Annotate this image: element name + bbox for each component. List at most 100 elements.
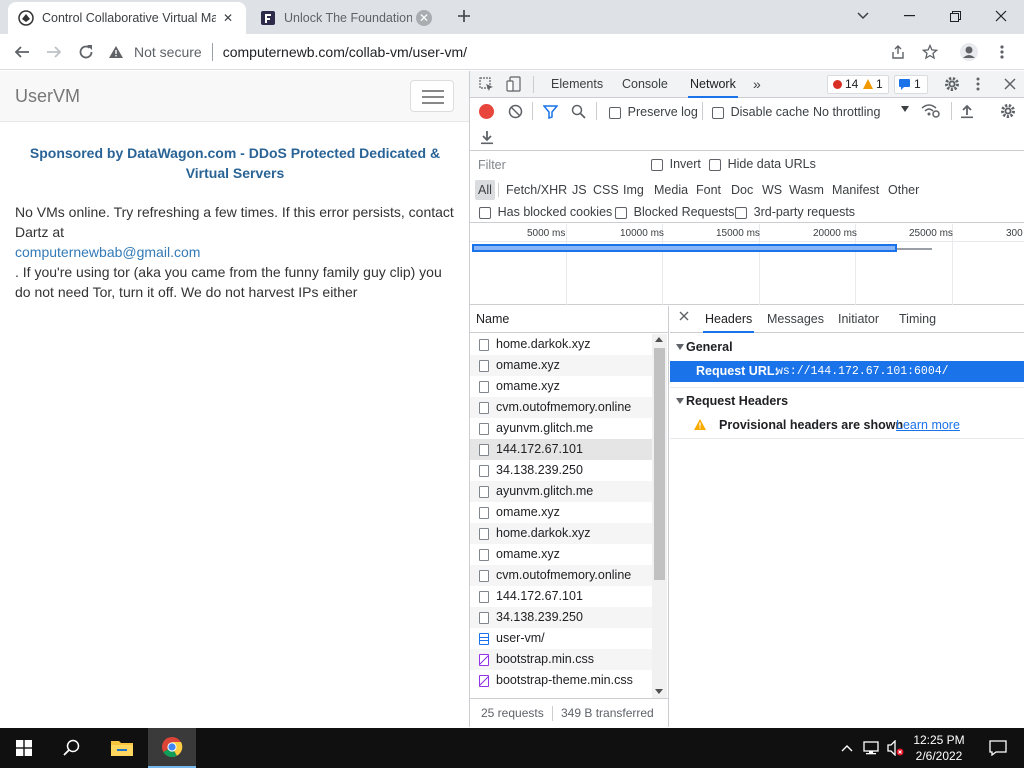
issues-counter[interactable]: 14 1: [827, 75, 889, 94]
warning-icon[interactable]: [108, 45, 124, 59]
network-overview-timeline[interactable]: 5000 ms 10000 ms 15000 ms 20000 ms 25000…: [470, 224, 1024, 305]
start-button[interactable]: [0, 728, 48, 768]
request-row[interactable]: home.darkok.xyz: [470, 523, 652, 544]
forward-button[interactable]: [40, 38, 68, 66]
tab-console[interactable]: Console: [622, 71, 668, 98]
request-row[interactable]: bootstrap-theme.min.css: [470, 670, 652, 691]
network-settings-gear-icon[interactable]: [1000, 103, 1016, 119]
export-har-icon[interactable]: [480, 129, 494, 145]
request-row[interactable]: omame.xyz: [470, 376, 652, 397]
close-tab-icon[interactable]: ✕: [416, 10, 432, 26]
request-url-row[interactable]: Request URL: ws://144.172.67.101:6004/: [670, 361, 1024, 382]
general-section-header[interactable]: General: [670, 336, 1024, 358]
close-window-button[interactable]: [978, 0, 1024, 32]
inspect-element-icon[interactable]: [479, 77, 494, 92]
close-devtools-icon[interactable]: [1004, 78, 1016, 90]
tab-elements[interactable]: Elements: [551, 71, 603, 98]
request-row[interactable]: ayunvm.glitch.me: [470, 481, 652, 502]
checkbox[interactable]: [651, 158, 663, 171]
close-tab-icon[interactable]: ✕: [220, 10, 236, 26]
tab-network[interactable]: Network: [688, 71, 738, 98]
request-row[interactable]: home.darkok.xyz: [470, 334, 652, 355]
show-hidden-icons-chevron-icon[interactable]: [838, 728, 856, 768]
tab-initiator[interactable]: Initiator: [838, 306, 879, 333]
request-row[interactable]: omame.xyz: [470, 355, 652, 376]
filter-input[interactable]: Filter: [474, 155, 636, 175]
scrollbar-thumb[interactable]: [654, 348, 665, 580]
chrome-taskbar-button[interactable]: [148, 728, 196, 768]
security-status[interactable]: Not secure: [134, 44, 202, 60]
tab-messages[interactable]: Messages: [767, 306, 824, 333]
profile-avatar-icon[interactable]: [955, 38, 983, 66]
tab-timing[interactable]: Timing: [899, 306, 936, 333]
tab-search-icon[interactable]: [840, 0, 886, 32]
clear-icon[interactable]: [508, 104, 523, 119]
contact-email-link[interactable]: computernewbab@gmail.com: [15, 242, 459, 262]
filter-type-other[interactable]: Other: [885, 180, 922, 200]
scroll-up-icon[interactable]: [655, 337, 663, 342]
brand-title[interactable]: UserVM: [15, 86, 80, 107]
menu-toggle-button[interactable]: [410, 80, 454, 112]
filter-type-css[interactable]: CSS: [590, 180, 622, 200]
new-tab-button[interactable]: [448, 0, 480, 32]
third-party-requests-checkbox[interactable]: 3rd-party requests: [735, 204, 855, 219]
request-row[interactable]: omame.xyz: [470, 502, 652, 523]
url-text[interactable]: computernewb.com/collab-vm/user-vm/: [223, 44, 467, 60]
search-icon[interactable]: [571, 104, 586, 119]
request-row[interactable]: cvm.outofmemory.online: [470, 397, 652, 418]
close-details-icon[interactable]: [679, 311, 689, 321]
file-explorer-button[interactable]: [98, 728, 146, 768]
blocked-requests-checkbox[interactable]: Blocked Requests: [615, 204, 734, 219]
checkbox[interactable]: [735, 206, 747, 219]
request-headers-section-header[interactable]: Request Headers: [670, 390, 1024, 412]
request-url-value[interactable]: ws://144.172.67.101:6004/: [776, 361, 949, 382]
filter-type-font[interactable]: Font: [693, 180, 724, 200]
preserve-log-checkbox[interactable]: Preserve log: [609, 104, 698, 119]
messages-counter[interactable]: 1: [894, 75, 928, 94]
taskbar-search-button[interactable]: [48, 728, 96, 768]
learn-more-link[interactable]: Learn more: [896, 414, 960, 436]
has-blocked-cookies-checkbox[interactable]: Has blocked cookies: [479, 204, 612, 219]
share-icon[interactable]: [884, 38, 912, 66]
request-row[interactable]: 144.172.67.101: [470, 586, 652, 607]
reload-button[interactable]: [72, 38, 100, 66]
request-row-selected[interactable]: 144.172.67.101: [470, 439, 652, 460]
filter-type-all[interactable]: All: [475, 180, 495, 200]
filter-type-wasm[interactable]: Wasm: [786, 180, 827, 200]
minimize-button[interactable]: [886, 0, 932, 32]
checkbox[interactable]: [712, 106, 724, 119]
tab-foundation[interactable]: Unlock The Foundation ✕: [250, 2, 442, 34]
settings-gear-icon[interactable]: [944, 76, 960, 92]
request-row[interactable]: 34.138.239.250: [470, 460, 652, 481]
request-row[interactable]: 34.138.239.250: [470, 607, 652, 628]
checkbox[interactable]: [615, 206, 627, 219]
column-header-name[interactable]: Name: [470, 306, 669, 333]
request-row[interactable]: user-vm/: [470, 628, 652, 649]
sponsor-banner[interactable]: Sponsored by DataWagon.com - DDoS Protec…: [20, 143, 450, 183]
scroll-down-icon[interactable]: [655, 689, 663, 694]
device-toolbar-icon[interactable]: [506, 76, 522, 92]
request-row[interactable]: bootstrap.min.css: [470, 649, 652, 670]
more-tabs-icon[interactable]: »: [753, 71, 761, 98]
request-row[interactable]: cvm.outofmemory.online: [470, 565, 652, 586]
disable-cache-checkbox[interactable]: Disable cache: [712, 104, 809, 119]
checkbox[interactable]: [709, 158, 721, 171]
filter-type-ws[interactable]: WS: [759, 180, 785, 200]
hide-data-urls-checkbox[interactable]: Hide data URLs: [709, 156, 816, 171]
filter-icon[interactable]: [543, 104, 558, 119]
tab-collabvm[interactable]: Control Collaborative Virtual Ma ✕: [8, 2, 246, 34]
invert-checkbox[interactable]: Invert: [651, 156, 701, 171]
bookmark-star-icon[interactable]: [916, 38, 944, 66]
request-list-scrollbar[interactable]: [652, 334, 667, 698]
record-icon[interactable]: [479, 104, 494, 119]
filter-type-js[interactable]: JS: [569, 180, 590, 200]
tab-headers[interactable]: Headers: [703, 306, 755, 333]
import-har-icon[interactable]: [960, 103, 974, 119]
customize-menu-icon[interactable]: [976, 77, 980, 91]
network-status-icon[interactable]: [860, 728, 882, 768]
action-center-button[interactable]: [976, 728, 1020, 768]
filter-type-img[interactable]: Img: [620, 180, 647, 200]
filter-type-doc[interactable]: Doc: [728, 180, 756, 200]
network-conditions-icon[interactable]: [921, 103, 941, 119]
restore-button[interactable]: [932, 0, 978, 32]
